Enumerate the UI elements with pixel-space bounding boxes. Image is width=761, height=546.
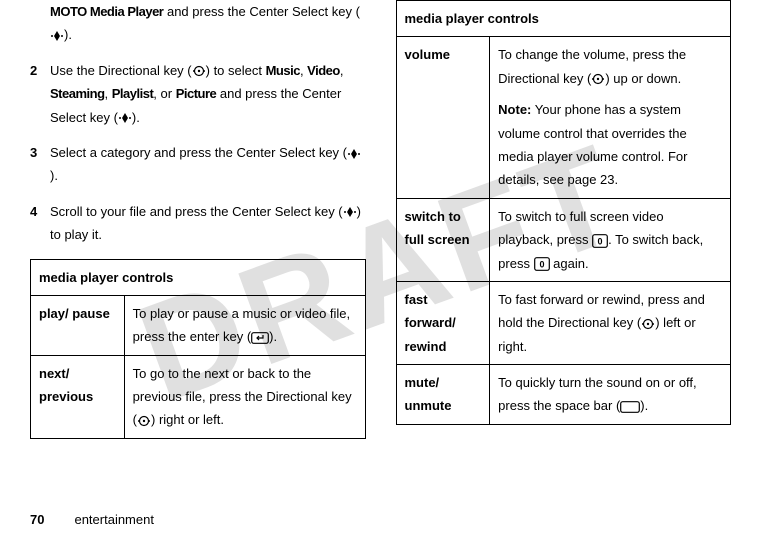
volume-label: volume	[396, 37, 490, 198]
volume-desc: To change the volume, press the Directio…	[490, 37, 731, 198]
controls-table-left: media player controls play/ pause To pla…	[30, 259, 366, 439]
playa: To play or pause a music or video file, …	[133, 306, 351, 344]
directional-key-icon	[641, 318, 655, 330]
table-header-left: media player controls	[31, 259, 366, 295]
fullc: again.	[550, 256, 589, 271]
music-label: Music	[266, 63, 300, 78]
mute-desc: To quickly turn the sound on or off, pre…	[490, 365, 731, 425]
step-2-text: Use the Directional key ( ) to select Mus…	[50, 59, 366, 129]
step-1-text: MOTO Media Player and press the Center S…	[50, 0, 366, 47]
mute-label: mute/ unmute	[396, 365, 490, 425]
steaming-label: Steaming	[50, 86, 105, 101]
controls-table-right: media player controls volume To change t…	[396, 0, 732, 425]
svg-text:0: 0	[539, 260, 544, 270]
picture-label: Picture	[176, 86, 217, 101]
svg-text:0: 0	[598, 236, 603, 246]
sep4: , or	[153, 86, 175, 101]
ff-rewind-desc: To fast forward or rewind, press and hol…	[490, 281, 731, 364]
play-pause-label: play/ pause	[31, 295, 125, 355]
playb: ).	[269, 329, 277, 344]
right-column: media player controls volume To change t…	[396, 0, 732, 439]
mutea: To quickly turn the sound on or off, pre…	[498, 375, 697, 413]
sep3: ,	[105, 86, 112, 101]
center-select-icon	[343, 206, 357, 218]
center-select-icon	[118, 112, 132, 124]
directional-key-icon	[192, 65, 206, 77]
directional-key-icon	[137, 415, 151, 427]
step-1-partial: MOTO Media Player and press the Center S…	[30, 0, 366, 47]
step1-mid: and press the Center Select key (	[163, 4, 360, 19]
step-4-number: 4	[30, 200, 50, 247]
step-3: 3 Select a category and press the Center…	[30, 141, 366, 188]
next-previous-desc: To go to the next or back to the previou…	[124, 355, 365, 438]
table-row: next/ previous To go to the next or back…	[31, 355, 366, 438]
table-row: fast forward/ rewind To fast forward or …	[396, 281, 731, 364]
playlist-label: Playlist	[112, 86, 154, 101]
left-column: MOTO Media Player and press the Center S…	[30, 0, 366, 439]
enter-key-icon	[251, 332, 269, 344]
page-number: 70	[30, 512, 44, 527]
table-header-right: media player controls	[396, 1, 731, 37]
center-select-icon	[347, 148, 361, 160]
space-bar-icon	[620, 401, 640, 413]
center-select-icon	[50, 30, 64, 42]
s2a: Use the Directional key (	[50, 63, 192, 78]
step-3-number: 3	[30, 141, 50, 188]
step-4: 4 Scroll to your file and press the Cent…	[30, 200, 366, 247]
fullscreen-label: switch to full screen	[396, 198, 490, 281]
step-4-text: Scroll to your file and press the Center…	[50, 200, 366, 247]
ff-rewind-label: fast forward/ rewind	[396, 281, 490, 364]
s3a: Select a category and press the Center S…	[50, 145, 347, 160]
note-label: Note:	[498, 102, 531, 117]
page-footer: 70 entertainment	[30, 508, 154, 531]
table-row: volume To change the volume, press the D…	[396, 37, 731, 198]
directional-key-icon	[591, 73, 605, 85]
step1-end: ).	[64, 27, 72, 42]
step-3-text: Select a category and press the Center S…	[50, 141, 366, 188]
fullscreen-desc: To switch to full screen video playback,…	[490, 198, 731, 281]
section-name: entertainment	[74, 512, 154, 527]
play-pause-desc: To play or pause a music or video file, …	[124, 295, 365, 355]
moto-media-player-label: MOTO Media Player	[50, 4, 163, 19]
sep2: ,	[340, 63, 344, 78]
table-row: mute/ unmute To quickly turn the sound o…	[396, 365, 731, 425]
muteb: ).	[640, 398, 648, 413]
step-spacer	[30, 0, 50, 47]
s2end: ).	[132, 110, 140, 125]
two-column-layout: MOTO Media Player and press the Center S…	[30, 0, 731, 439]
zero-key-icon: 0	[534, 257, 550, 271]
s3end: ).	[50, 168, 58, 183]
step-2-number: 2	[30, 59, 50, 129]
volb: ) up or down.	[605, 71, 681, 86]
s2b: ) to select	[206, 63, 266, 78]
next-previous-label: next/ previous	[31, 355, 125, 438]
nextb: ) right or left.	[151, 412, 224, 427]
video-label: Video	[307, 63, 340, 78]
zero-key-icon: 0	[592, 234, 608, 248]
step-2: 2 Use the Directional key ( ) to select M…	[30, 59, 366, 129]
table-row: play/ pause To play or pause a music or …	[31, 295, 366, 355]
table-row: switch to full screen To switch to full …	[396, 198, 731, 281]
s4a: Scroll to your file and press the Center…	[50, 204, 343, 219]
